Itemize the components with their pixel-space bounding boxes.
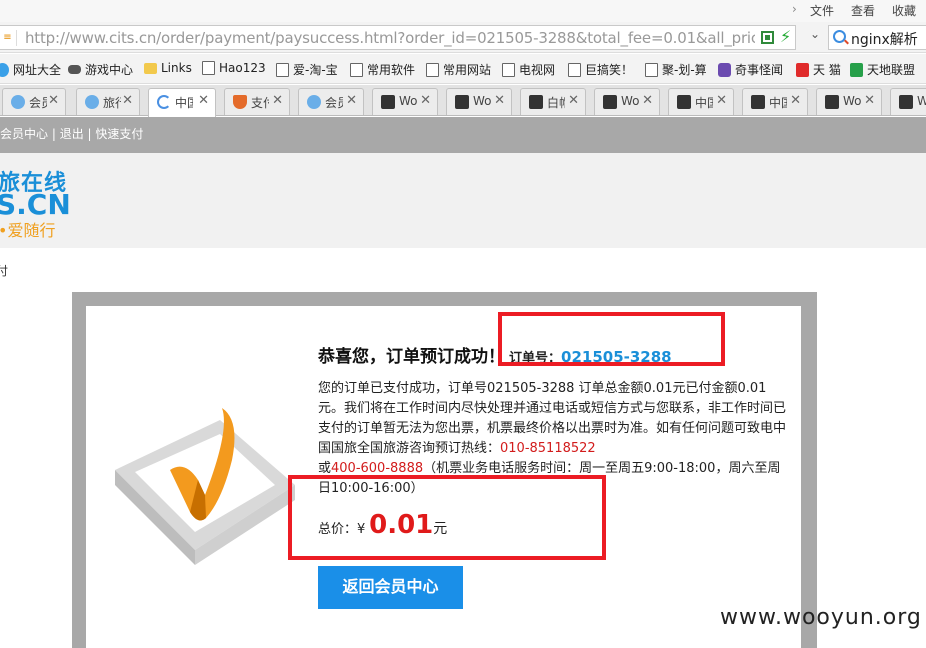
member-center-link[interactable]: 会员中心 — [0, 127, 48, 141]
breadcrumb: 付 — [0, 264, 9, 278]
globe-icon — [85, 95, 99, 109]
close-icon[interactable]: ✕ — [198, 93, 209, 108]
success-title: 恭喜您，订单预订成功！ — [318, 347, 505, 367]
page-icon — [568, 62, 581, 77]
close-icon[interactable]: ✕ — [790, 93, 801, 108]
close-icon[interactable]: ✕ — [864, 93, 875, 108]
globe-icon — [11, 95, 25, 109]
bookmark-item[interactable]: Hao123 — [202, 61, 266, 75]
wooyun-icon — [455, 95, 469, 109]
address-field[interactable]: ≡ http://www.cits.cn/order/payment/paysu… — [0, 25, 796, 50]
hotline-phone-1: 010-85118522 — [500, 441, 596, 456]
hotline-phone-2: 400-600-8888 — [331, 461, 424, 476]
tab-strip: 会员✕ 旅行✕ 中国✕ 支付✕ 会员✕ Wo✕ Wo✕ 白帽✕ Wo✕ 中国✕ … — [0, 85, 926, 117]
close-icon[interactable]: ✕ — [346, 93, 357, 108]
bookmark-item[interactable]: 爱-淘-宝 — [276, 61, 338, 78]
bookmark-item[interactable]: 聚-划-算 — [645, 61, 707, 78]
browser-tab[interactable]: 中国✕ — [742, 88, 808, 115]
quick-pay-link[interactable]: 快速支付 — [95, 127, 143, 141]
close-icon[interactable]: ✕ — [272, 93, 283, 108]
bookmark-item[interactable]: 天 猫 — [796, 61, 841, 78]
close-icon[interactable]: ✕ — [122, 93, 133, 108]
address-toolbar: ≡ http://www.cits.cn/order/payment/paysu… — [0, 22, 926, 53]
site-identity-icon[interactable]: ≡ — [0, 30, 17, 46]
page-icon — [202, 61, 215, 75]
star-icon — [850, 62, 863, 77]
logout-link[interactable]: 退出 — [60, 127, 84, 141]
close-icon[interactable]: ✕ — [494, 93, 505, 108]
site-header: 旅在线 S.CN •爱随行 — [0, 153, 926, 248]
bookmark-item[interactable]: 常用网站 — [426, 61, 491, 78]
shield-icon — [233, 95, 247, 109]
bookmark-item[interactable]: 电视网 — [502, 61, 555, 78]
bookmark-item[interactable]: Links — [144, 61, 192, 75]
back-to-member-center-button[interactable]: 返回会员中心 — [318, 566, 463, 609]
loading-icon — [157, 95, 171, 109]
page-icon — [645, 62, 658, 77]
success-check-icon — [115, 408, 295, 565]
browser-tab[interactable]: 会员✕ — [298, 88, 364, 115]
wooyun-icon — [751, 95, 765, 109]
search-input[interactable]: nginx解析 — [851, 29, 918, 49]
browser-tab[interactable]: Wo ✕ — [372, 88, 438, 115]
bookmark-item[interactable]: 游戏中心 — [68, 61, 133, 78]
page-icon — [426, 62, 439, 77]
site-top-nav: 会员中心 | 退出 | 快速支付 — [0, 117, 926, 153]
browser-menubar: › 文件 查看 收藏 — [0, 0, 926, 22]
menu-favorites[interactable]: 收藏 — [892, 2, 916, 19]
folder-icon — [144, 62, 157, 74]
browser-tab[interactable]: Wo ✕ — [594, 88, 660, 115]
search-box[interactable]: nginx解析 — [828, 25, 926, 50]
bookmark-item[interactable]: 网址大全 — [0, 61, 61, 78]
menu-file[interactable]: 文件 — [810, 2, 834, 19]
browser-tab[interactable]: 中国✕ — [668, 88, 734, 115]
bookmark-item[interactable]: 常用软件 — [350, 61, 415, 78]
close-icon[interactable]: ✕ — [642, 93, 653, 108]
wooyun-icon — [603, 95, 617, 109]
globe-icon — [307, 95, 321, 109]
browser-tab[interactable]: 支付✕ — [224, 88, 290, 115]
close-icon[interactable]: ✕ — [568, 93, 579, 108]
bookmark-item[interactable]: 奇事怪闻 — [718, 61, 783, 78]
bookmarks-bar: 网址大全 游戏中心 Links Hao123 爱-淘-宝 常用软件 常用网站 电… — [0, 54, 926, 84]
bookmark-item[interactable]: 天地联盟 — [850, 61, 915, 78]
chevron-right-icon[interactable]: › — [792, 2, 797, 16]
cat-icon — [718, 62, 731, 77]
globe-icon — [0, 62, 9, 77]
close-icon[interactable]: ✕ — [48, 93, 59, 108]
page-icon — [350, 62, 363, 77]
watermark: www.wooyun.org — [720, 605, 922, 630]
browser-tab[interactable]: Wo ✕ — [446, 88, 512, 115]
wooyun-icon — [825, 95, 839, 109]
menu-view[interactable]: 查看 — [851, 2, 875, 19]
browser-tab[interactable]: 旅行✕ — [76, 88, 140, 115]
highlight-box-order — [498, 312, 725, 366]
browser-tab[interactable]: 白帽✕ — [520, 88, 586, 115]
wooyun-icon — [381, 95, 395, 109]
qr-code-icon[interactable] — [761, 31, 774, 44]
lightning-icon[interactable]: ⚡ — [780, 27, 791, 46]
browser-tab-active[interactable]: 中国✕ — [148, 88, 216, 117]
page-icon — [502, 62, 515, 77]
browser-tab[interactable]: 会员✕ — [2, 88, 66, 115]
gamepad-icon — [68, 65, 81, 74]
url-text[interactable]: http://www.cits.cn/order/payment/paysucc… — [25, 29, 755, 47]
tmall-icon — [796, 62, 809, 77]
bookmark-item[interactable]: 巨搞笑！ — [568, 61, 633, 78]
chevron-down-icon[interactable]: ⌄ — [806, 27, 824, 45]
wooyun-icon — [899, 95, 913, 109]
page-icon — [276, 62, 289, 77]
close-icon[interactable]: ✕ — [420, 93, 431, 108]
search-icon[interactable] — [833, 30, 846, 43]
browser-tab[interactable]: Wo ✕ — [816, 88, 882, 115]
close-icon[interactable]: ✕ — [716, 93, 727, 108]
wooyun-icon — [677, 95, 691, 109]
highlight-box-total — [288, 475, 606, 560]
wooyun-icon — [529, 95, 543, 109]
browser-tab[interactable]: W — [890, 88, 926, 115]
logo-slogan: •爱随行 — [0, 221, 56, 240]
